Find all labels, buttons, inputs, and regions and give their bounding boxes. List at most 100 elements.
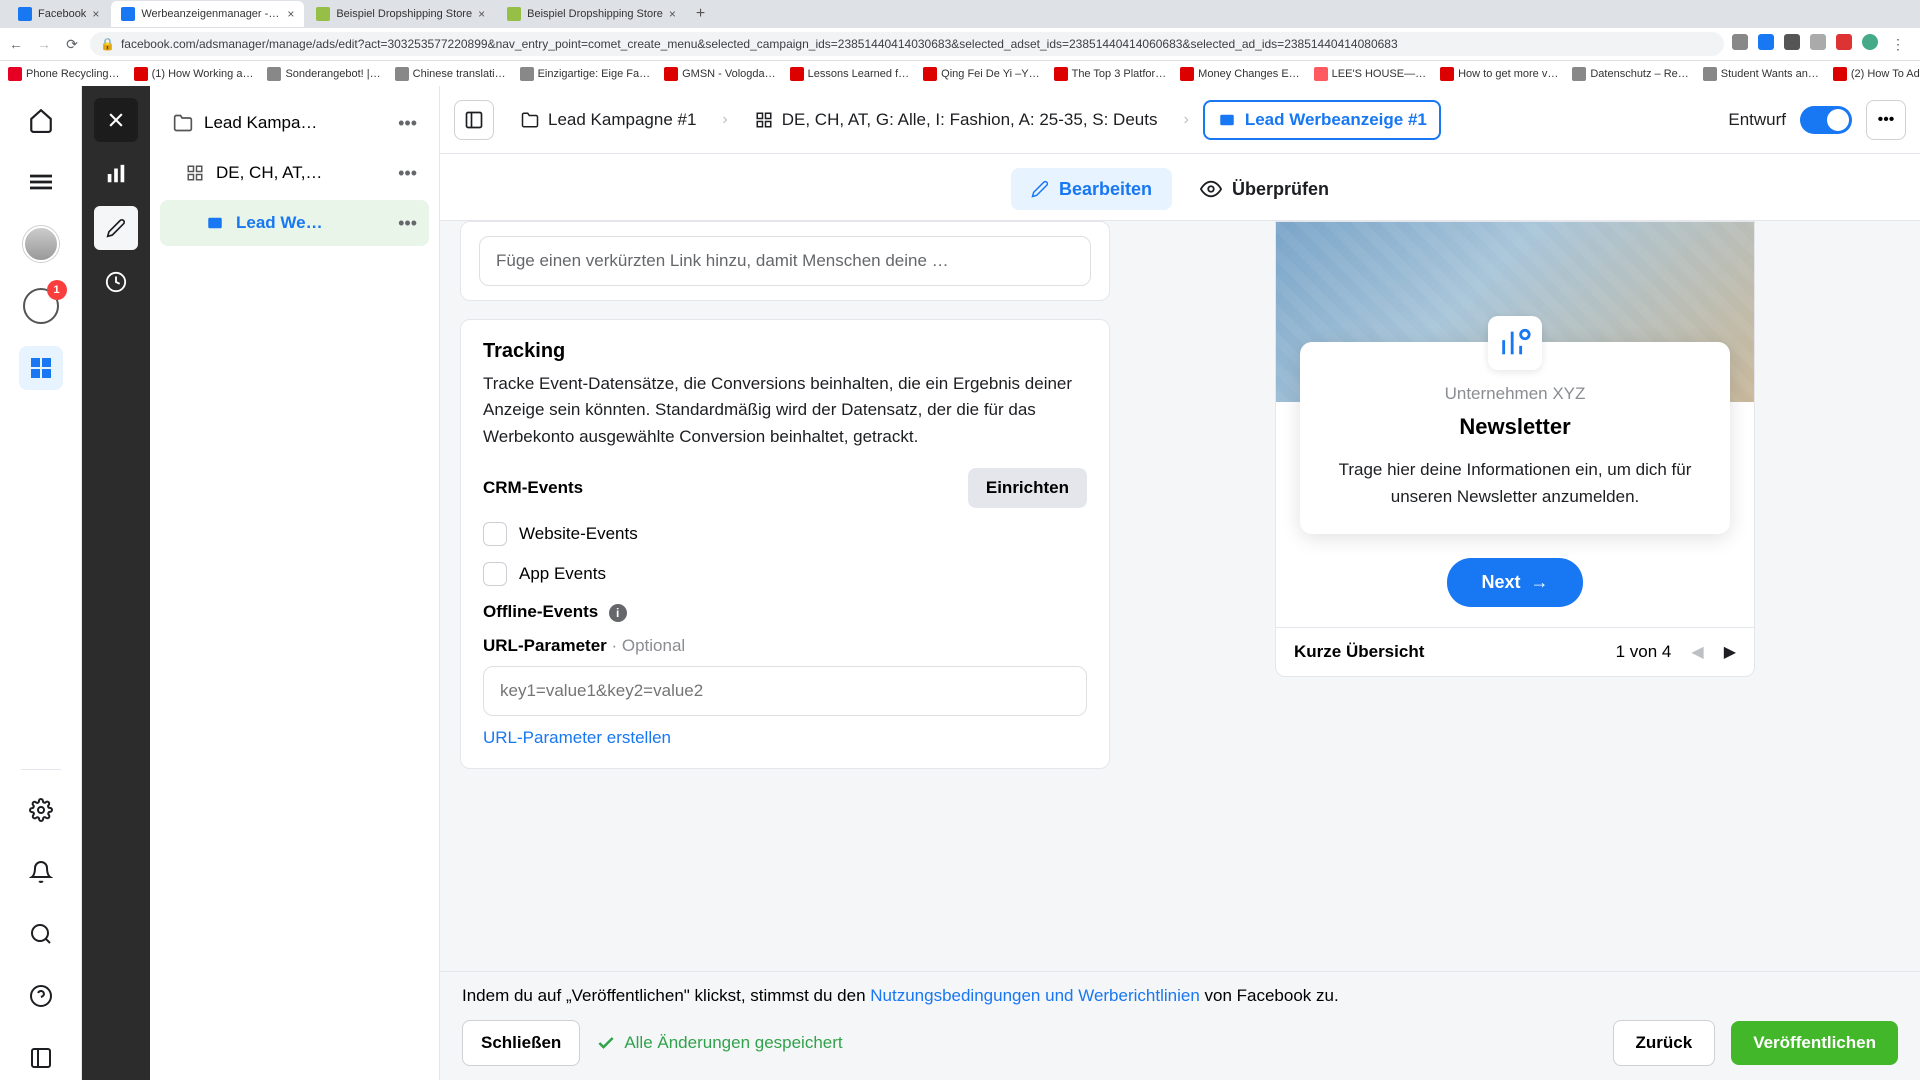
browser-tab[interactable]: Beispiel Dropshipping Store× xyxy=(497,1,686,27)
footer: Indem du auf „Veröffentlichen" klickst, … xyxy=(440,971,1920,1080)
close-panel-button[interactable] xyxy=(94,98,138,142)
bookmark[interactable]: Phone Recycling… xyxy=(8,67,120,81)
home-icon[interactable] xyxy=(19,98,63,142)
browser-tab[interactable]: Beispiel Dropshipping Store× xyxy=(306,1,495,27)
breadcrumb-campaign[interactable]: Lead Kampagne #1 xyxy=(508,102,708,138)
extension-icon[interactable] xyxy=(1836,34,1852,50)
help-icon[interactable] xyxy=(19,974,63,1018)
back-button[interactable]: Zurück xyxy=(1613,1020,1716,1066)
bookmark[interactable]: Money Changes E… xyxy=(1180,67,1300,81)
bookmark[interactable]: LEE'S HOUSE—… xyxy=(1314,67,1426,81)
website-events-row[interactable]: Website-Events xyxy=(483,522,1087,546)
app-events-row[interactable]: App Events xyxy=(483,562,1087,586)
ads-grid-icon[interactable] xyxy=(19,346,63,390)
prev-arrow-icon[interactable]: ◀ xyxy=(1691,642,1703,662)
tab-strip: Facebook× Werbeanzeigenmanager - We…× Be… xyxy=(0,0,1920,28)
extension-icon[interactable] xyxy=(1810,34,1826,50)
short-link-input[interactable]: Füge einen verkürzten Link hinzu, damit … xyxy=(479,236,1091,286)
avatar-icon[interactable] xyxy=(1862,34,1878,50)
ad-icon xyxy=(1217,110,1237,130)
tree-ad[interactable]: Lead We… ••• xyxy=(160,200,429,246)
bookmark[interactable]: Qing Fei De Yi –Y… xyxy=(923,67,1039,81)
breadcrumb-adset[interactable]: DE, CH, AT, G: Alle, I: Fashion, A: 25-3… xyxy=(742,102,1170,138)
overview-label: Kurze Übersicht xyxy=(1294,642,1424,662)
settings-icon[interactable] xyxy=(19,788,63,832)
close-icon[interactable]: × xyxy=(287,7,294,21)
more-icon[interactable]: ••• xyxy=(398,113,417,134)
bookmark[interactable]: Sonderangebot! |… xyxy=(267,67,380,81)
bookmark[interactable]: (1) How Working a… xyxy=(134,67,254,81)
panel-toggle-button[interactable] xyxy=(454,100,494,140)
subtabs: Bearbeiten Überprüfen xyxy=(440,154,1920,221)
arrow-right-icon: → xyxy=(1531,572,1549,593)
tree-campaign[interactable]: Lead Kampa… ••• xyxy=(160,100,429,146)
bell-icon[interactable] xyxy=(19,850,63,894)
edit-icon[interactable] xyxy=(94,206,138,250)
menu-icon[interactable] xyxy=(19,160,63,204)
grid-icon xyxy=(754,110,774,130)
extension-icons: ⋮ xyxy=(1732,34,1914,54)
close-button[interactable]: Schließen xyxy=(462,1020,580,1066)
bookmark[interactable]: Student Wants an… xyxy=(1703,67,1819,81)
status-toggle[interactable] xyxy=(1800,106,1852,134)
tab-edit[interactable]: Bearbeiten xyxy=(1011,168,1172,210)
bookmarks-bar: Phone Recycling… (1) How Working a… Sond… xyxy=(0,60,1920,86)
notification-badge-item[interactable]: 1 xyxy=(19,284,63,328)
reload-icon[interactable]: ⟳ xyxy=(62,34,82,54)
bookmark[interactable]: The Top 3 Platfor… xyxy=(1054,67,1167,81)
back-icon[interactable]: ← xyxy=(6,34,26,54)
close-icon[interactable]: × xyxy=(478,7,485,21)
bookmark[interactable]: (2) How To Add A… xyxy=(1833,67,1920,81)
terms-link[interactable]: Nutzungsbedingungen und Werberichtlinien xyxy=(870,986,1200,1005)
chart-icon[interactable] xyxy=(94,152,138,196)
ad-preview: Unternehmen XYZ Newsletter Trage hier de… xyxy=(1275,221,1755,677)
close-icon[interactable]: × xyxy=(92,7,99,21)
publish-button[interactable]: Veröffentlichen xyxy=(1731,1021,1898,1065)
bookmark[interactable]: Datenschutz – Re… xyxy=(1572,67,1688,81)
menu-icon[interactable]: ⋮ xyxy=(1888,34,1908,54)
new-tab-button[interactable]: + xyxy=(688,5,713,23)
extension-icon[interactable] xyxy=(1732,34,1748,50)
chevron-right-icon: › xyxy=(722,111,727,129)
extension-icon[interactable] xyxy=(1758,34,1774,50)
checkbox[interactable] xyxy=(483,562,507,586)
url-param-input[interactable] xyxy=(483,666,1087,716)
url-input[interactable]: 🔒facebook.com/adsmanager/manage/ads/edit… xyxy=(90,32,1724,56)
preview-column: Unternehmen XYZ Newsletter Trage hier de… xyxy=(1130,221,1900,971)
extension-icon[interactable] xyxy=(1784,34,1800,50)
bookmark[interactable]: GMSN - Vologda… xyxy=(664,67,776,81)
form-column: Füge einen verkürzten Link hinzu, damit … xyxy=(460,221,1110,971)
tree-adset[interactable]: DE, CH, AT,… ••• xyxy=(160,150,429,196)
next-arrow-icon[interactable]: ▶ xyxy=(1724,642,1736,662)
address-bar: ← → ⟳ 🔒facebook.com/adsmanager/manage/ad… xyxy=(0,28,1920,60)
browser-chrome: Facebook× Werbeanzeigenmanager - We…× Be… xyxy=(0,0,1920,86)
bookmark[interactable]: Lessons Learned f… xyxy=(790,67,910,81)
bookmark[interactable]: How to get more v… xyxy=(1440,67,1558,81)
checkbox[interactable] xyxy=(483,522,507,546)
tab-review[interactable]: Überprüfen xyxy=(1180,168,1349,210)
campaign-tree: Lead Kampa… ••• DE, CH, AT,… ••• Lead We… xyxy=(150,86,440,1080)
info-icon[interactable]: i xyxy=(609,604,627,622)
close-icon[interactable]: × xyxy=(669,7,676,21)
next-button[interactable]: Next→ xyxy=(1447,558,1582,607)
grid-icon xyxy=(184,162,206,184)
collapse-icon[interactable] xyxy=(19,1036,63,1080)
browser-tab[interactable]: Facebook× xyxy=(8,1,109,27)
setup-button[interactable]: Einrichten xyxy=(968,468,1087,508)
avatar[interactable] xyxy=(19,222,63,266)
more-icon[interactable]: ••• xyxy=(398,163,417,184)
history-icon[interactable] xyxy=(94,260,138,304)
bookmark[interactable]: Einzigartige: Eige Fa… xyxy=(520,67,651,81)
search-icon[interactable] xyxy=(19,912,63,956)
crm-events-label: CRM-Events xyxy=(483,478,583,498)
breadcrumb-ad[interactable]: Lead Werbeanzeige #1 xyxy=(1203,100,1441,140)
browser-tab[interactable]: Werbeanzeigenmanager - We…× xyxy=(111,1,304,27)
consent-text: Indem du auf „Veröffentlichen" klickst, … xyxy=(462,986,1898,1006)
forward-icon[interactable]: → xyxy=(34,34,54,54)
more-button[interactable]: ••• xyxy=(1866,100,1906,140)
chevron-right-icon: › xyxy=(1183,111,1188,129)
bookmark[interactable]: Chinese translati… xyxy=(395,67,506,81)
preview-title: Newsletter xyxy=(1326,414,1704,440)
create-url-param-link[interactable]: URL-Parameter erstellen xyxy=(483,728,1087,748)
more-icon[interactable]: ••• xyxy=(398,213,417,234)
